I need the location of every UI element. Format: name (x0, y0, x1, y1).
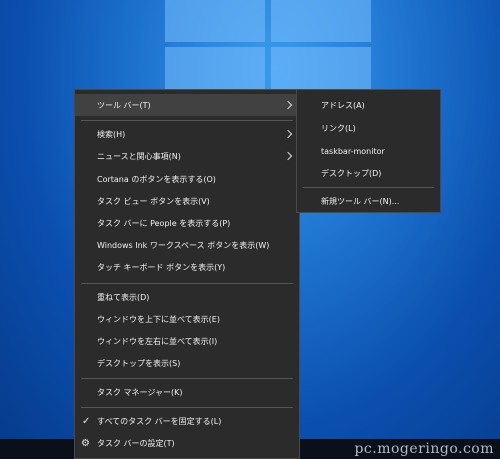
menu-item-label: 新規ツール バー(N)... (321, 196, 400, 206)
menu-item-people[interactable]: タスク バーに People を表示する(P) (75, 212, 299, 234)
windows-logo-pane (165, 47, 265, 89)
menu-item-cascade[interactable]: 重ねて表示(D) (75, 286, 299, 308)
menu-separator (81, 120, 293, 121)
menu-item-label: タスク バーの設定(T) (97, 438, 175, 448)
menu-item-label: タスク ビュー ボタンを表示(V) (97, 196, 210, 206)
toolbars-submenu: アドレス(A) リンク(L) taskbar-monitor デスクトップ(D)… (296, 89, 441, 213)
chevron-right-icon (283, 100, 293, 110)
menu-item-show-desktop[interactable]: デスクトップを表示(S) (75, 352, 299, 374)
menu-item-toolbars[interactable]: ツール バー(T) (75, 94, 299, 116)
menu-item-label: すべてのタスク バーを固定する(L) (97, 416, 222, 426)
menu-item-news[interactable]: ニュースと関心事項(N) (75, 145, 299, 167)
gear-icon: ⚙ (81, 437, 90, 449)
menu-item-side-by-side[interactable]: ウィンドウを左右に並べて表示(I) (75, 330, 299, 352)
submenu-item-links[interactable]: リンク(L) (297, 117, 440, 139)
submenu-item-new-toolbar[interactable]: 新規ツール バー(N)... (297, 190, 440, 212)
menu-item-task-view[interactable]: タスク ビュー ボタンを表示(V) (75, 190, 299, 212)
menu-item-label: taskbar-monitor (321, 146, 385, 156)
windows-logo-pane (271, 47, 371, 89)
menu-separator (81, 407, 293, 408)
menu-item-label: アドレス(A) (321, 100, 365, 110)
menu-item-touch-keyboard[interactable]: タッチ キーボード ボタンを表示(Y) (75, 256, 299, 278)
submenu-item-address[interactable]: アドレス(A) (297, 94, 440, 116)
menu-item-windows-ink[interactable]: Windows Ink ワークスペース ボタンを表示(W) (75, 234, 299, 256)
taskbar-context-menu: ツール バー(T) 検索(H) ニュースと関心事項(N) Cortana のボタ… (74, 89, 300, 459)
menu-separator (81, 283, 293, 284)
menu-item-label: 重ねて表示(D) (97, 292, 150, 302)
menu-item-label: デスクトップを表示(S) (97, 358, 181, 368)
menu-item-cortana[interactable]: Cortana のボタンを表示する(O) (75, 168, 299, 190)
windows-logo-pane (165, 0, 265, 42)
windows-logo-pane (271, 0, 371, 42)
menu-item-label: ウィンドウを左右に並べて表示(I) (97, 336, 218, 346)
menu-item-label: タッチ キーボード ボタンを表示(Y) (97, 262, 226, 272)
menu-item-taskbar-settings[interactable]: ⚙ タスク バーの設定(T) (75, 432, 299, 454)
menu-item-label: ツール バー(T) (97, 100, 151, 110)
menu-item-label: ニュースと関心事項(N) (97, 151, 181, 161)
chevron-right-icon (283, 129, 293, 139)
menu-separator (81, 378, 293, 379)
menu-item-label: リンク(L) (321, 123, 356, 133)
checkmark-icon: ✓ (82, 415, 91, 427)
menu-item-label: Windows Ink ワークスペース ボタンを表示(W) (97, 240, 270, 250)
menu-item-stack-windows[interactable]: ウィンドウを上下に並べて表示(E) (75, 308, 299, 330)
watermark: pc.mogeringo.com (354, 441, 494, 457)
chevron-right-icon (283, 151, 293, 161)
menu-separator (303, 187, 434, 188)
submenu-item-desktop[interactable]: デスクトップ(D) (297, 162, 440, 184)
menu-item-label: ウィンドウを上下に並べて表示(E) (97, 314, 220, 324)
menu-item-label: 検索(H) (97, 129, 126, 139)
menu-item-label: タスク マネージャー(K) (97, 387, 183, 397)
menu-item-lock-taskbar[interactable]: ✓ すべてのタスク バーを固定する(L) (75, 410, 299, 432)
menu-item-search[interactable]: 検索(H) (75, 123, 299, 145)
menu-item-label: タスク バーに People を表示する(P) (97, 218, 231, 228)
menu-item-label: Cortana のボタンを表示する(O) (97, 174, 216, 184)
menu-item-label: デスクトップ(D) (321, 168, 382, 178)
submenu-item-taskbar-monitor[interactable]: taskbar-monitor (297, 140, 440, 162)
menu-item-task-manager[interactable]: タスク マネージャー(K) (75, 381, 299, 403)
